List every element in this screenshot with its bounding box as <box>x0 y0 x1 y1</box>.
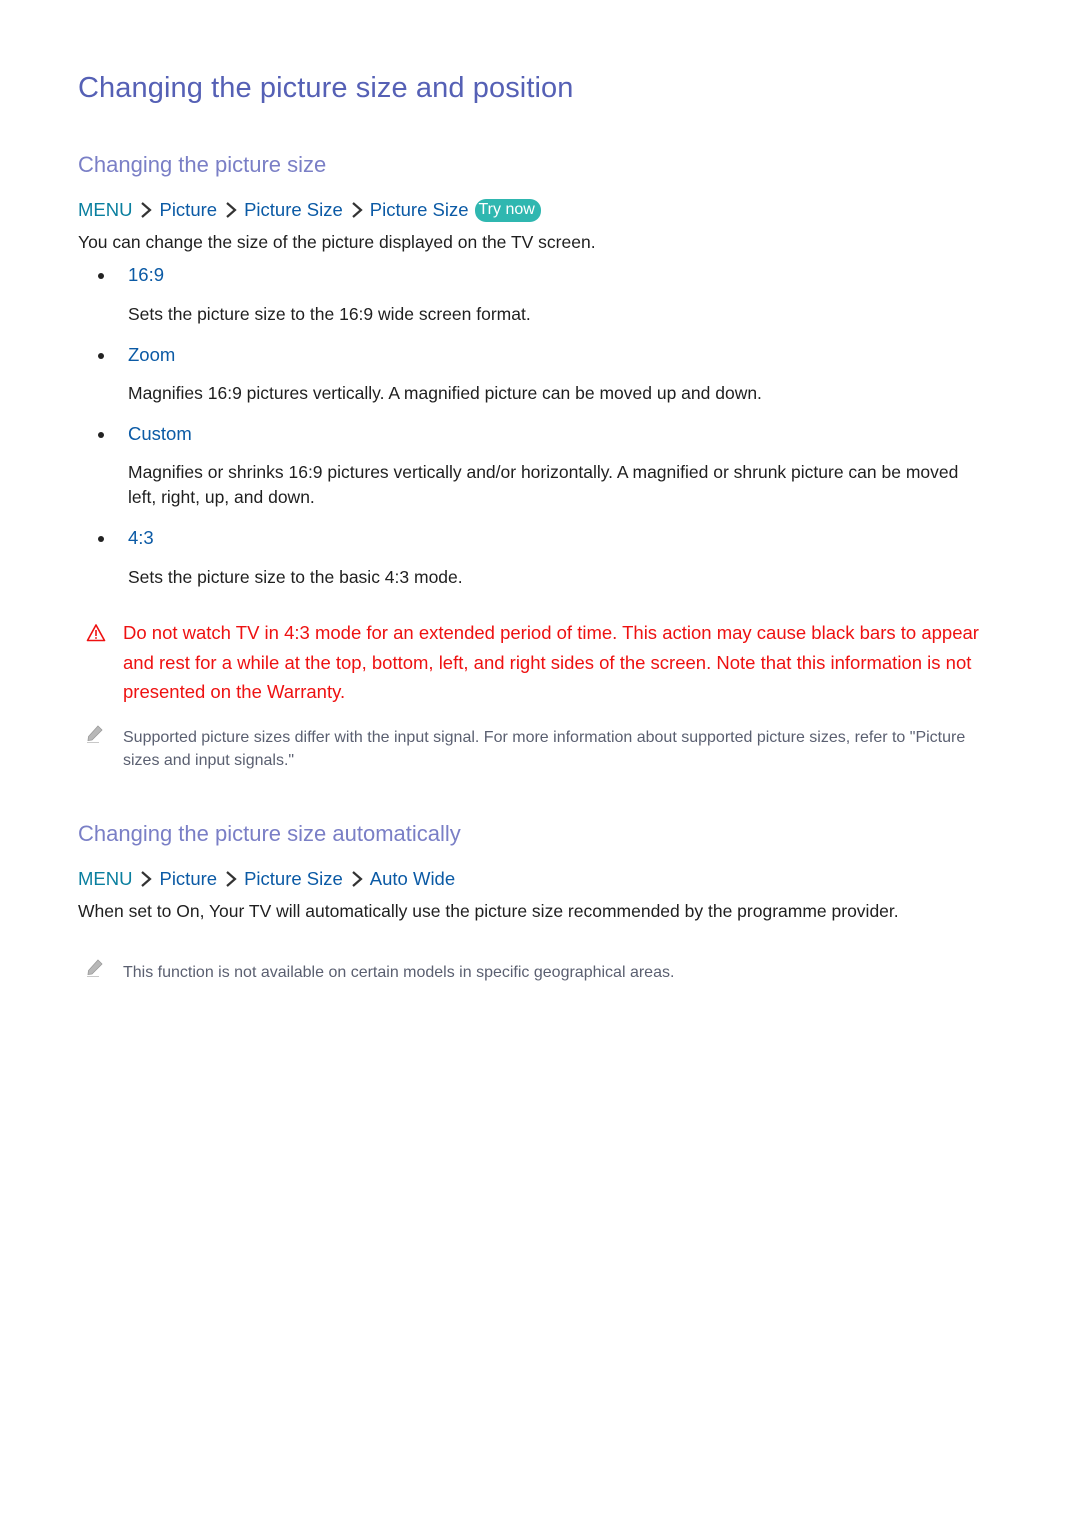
breadcrumb-picture[interactable]: Picture <box>159 199 217 221</box>
chevron-right-icon <box>222 870 240 888</box>
breadcrumb-menu[interactable]: MENU <box>78 868 132 890</box>
bullet-icon <box>98 432 104 438</box>
section-heading-auto: Changing the picture size automatically <box>78 821 461 846</box>
option-desc-zoom: Magnifies 16:9 pictures vertically. A ma… <box>128 383 762 403</box>
breadcrumb-picture-size: MENU Picture Picture Size Picture Size T… <box>78 198 541 222</box>
option-desc-custom: Magnifies or shrinks 16:9 pictures verti… <box>128 462 959 507</box>
breadcrumb-picture-size[interactable]: Picture Size <box>244 199 343 221</box>
page-title: Changing the picture size and position <box>78 72 574 104</box>
option-label-4-3: 4:3 <box>128 527 154 548</box>
breadcrumb-picture-size[interactable]: Picture Size <box>244 868 343 890</box>
intro-text: You can change the size of the picture d… <box>78 232 596 252</box>
bullet-icon <box>98 536 104 542</box>
pencil-note-icon <box>85 958 105 978</box>
chevron-right-icon <box>137 201 155 219</box>
bullet-icon <box>98 353 104 359</box>
note-text-availability: This function is not available on certai… <box>123 964 675 981</box>
option-label-16-9: 16:9 <box>128 264 165 285</box>
auto-wide-description: When set to On, Your TV will automatical… <box>78 901 899 921</box>
chevron-right-icon <box>222 201 240 219</box>
warning-triangle-icon <box>86 623 106 643</box>
option-desc-16-9: Sets the picture size to the 16:9 wide s… <box>128 304 531 324</box>
option-label-zoom: Zoom <box>128 344 176 365</box>
breadcrumb-picture[interactable]: Picture <box>159 868 217 890</box>
chevron-right-icon <box>348 201 366 219</box>
bullet-icon <box>98 273 104 279</box>
breadcrumb-auto-wide: MENU Picture Picture Size Auto Wide <box>78 867 455 891</box>
note-text-input-signal: Supported picture sizes differ with the … <box>123 729 966 769</box>
try-now-button[interactable]: Try now <box>474 198 541 222</box>
chevron-right-icon <box>348 870 366 888</box>
chevron-right-icon <box>137 870 155 888</box>
option-desc-4-3: Sets the picture size to the basic 4:3 m… <box>128 567 463 587</box>
option-label-custom: Custom <box>128 423 192 444</box>
pencil-note-icon <box>85 724 105 744</box>
breadcrumb-picture-size-final[interactable]: Picture Size <box>370 199 469 221</box>
warning-text: Do not watch TV in 4:3 mode for an exten… <box>123 622 979 702</box>
breadcrumb-menu[interactable]: MENU <box>78 199 132 221</box>
breadcrumb-auto-wide[interactable]: Auto Wide <box>370 868 455 890</box>
section-heading-picture-size: Changing the picture size <box>78 152 327 177</box>
